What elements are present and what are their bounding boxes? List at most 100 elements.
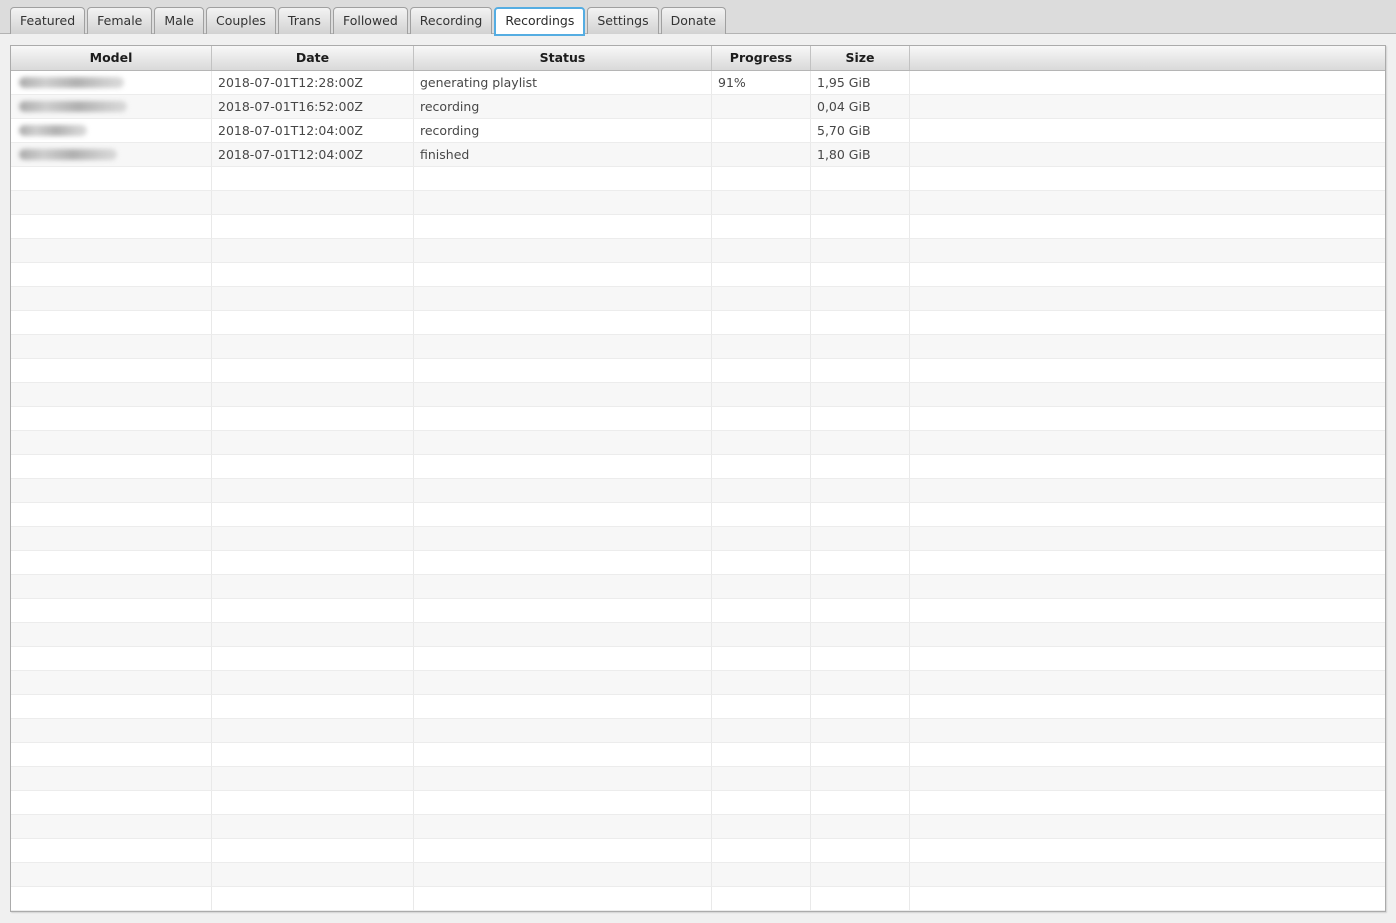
cell-date xyxy=(212,407,414,431)
column-header-filler xyxy=(910,46,1385,70)
tab-couples[interactable]: Couples xyxy=(206,7,276,34)
empty-table-row[interactable] xyxy=(11,671,1385,695)
cell-progress xyxy=(712,863,811,887)
tab-recordings[interactable]: Recordings xyxy=(494,7,585,36)
cell-size xyxy=(811,815,910,839)
cell-date xyxy=(212,335,414,359)
cell-filler xyxy=(910,95,1385,119)
empty-table-row[interactable] xyxy=(11,263,1385,287)
tab-trans[interactable]: Trans xyxy=(278,7,331,34)
cell-size xyxy=(811,479,910,503)
cell-model xyxy=(11,479,212,503)
empty-table-row[interactable] xyxy=(11,431,1385,455)
cell-date: 2018-07-01T12:04:00Z xyxy=(212,119,414,143)
cell-model xyxy=(11,239,212,263)
empty-table-row[interactable] xyxy=(11,407,1385,431)
cell-model xyxy=(11,743,212,767)
empty-table-row[interactable] xyxy=(11,479,1385,503)
empty-table-row[interactable] xyxy=(11,311,1385,335)
cell-date xyxy=(212,863,414,887)
cell-status: recording xyxy=(414,95,712,119)
cell-date xyxy=(212,551,414,575)
empty-table-row[interactable] xyxy=(11,215,1385,239)
tab-followed[interactable]: Followed xyxy=(333,7,408,34)
empty-table-row[interactable] xyxy=(11,695,1385,719)
empty-table-row[interactable] xyxy=(11,743,1385,767)
cell-size xyxy=(811,503,910,527)
cell-filler xyxy=(910,311,1385,335)
cell-progress xyxy=(712,95,811,119)
cell-model xyxy=(11,263,212,287)
tab-featured[interactable]: Featured xyxy=(10,7,85,34)
cell-filler xyxy=(910,623,1385,647)
empty-table-row[interactable] xyxy=(11,359,1385,383)
cell-model xyxy=(11,407,212,431)
tab-donate[interactable]: Donate xyxy=(661,7,726,34)
empty-table-row[interactable] xyxy=(11,575,1385,599)
empty-table-row[interactable] xyxy=(11,599,1385,623)
cell-progress xyxy=(712,383,811,407)
cell-status xyxy=(414,215,712,239)
cell-filler xyxy=(910,359,1385,383)
empty-table-row[interactable] xyxy=(11,167,1385,191)
cell-size xyxy=(811,623,910,647)
empty-table-row[interactable] xyxy=(11,335,1385,359)
table-row[interactable]: 2018-07-01T12:28:00Zgenerating playlist9… xyxy=(11,71,1385,95)
cell-filler xyxy=(910,743,1385,767)
cell-status xyxy=(414,815,712,839)
column-header-model[interactable]: Model xyxy=(11,46,212,70)
recordings-table: ModelDateStatusProgressSize 2018-07-01T1… xyxy=(10,45,1386,912)
empty-table-row[interactable] xyxy=(11,767,1385,791)
cell-date xyxy=(212,767,414,791)
cell-size xyxy=(811,887,910,911)
table-row[interactable]: 2018-07-01T12:04:00Zrecording5,70 GiB xyxy=(11,119,1385,143)
cell-filler xyxy=(910,431,1385,455)
empty-table-row[interactable] xyxy=(11,863,1385,887)
empty-table-row[interactable] xyxy=(11,287,1385,311)
cell-date xyxy=(212,167,414,191)
empty-table-row[interactable] xyxy=(11,839,1385,863)
column-header-status[interactable]: Status xyxy=(414,46,712,70)
empty-table-row[interactable] xyxy=(11,503,1385,527)
empty-table-row[interactable] xyxy=(11,455,1385,479)
tab-settings[interactable]: Settings xyxy=(587,7,658,34)
empty-table-row[interactable] xyxy=(11,191,1385,215)
cell-date xyxy=(212,263,414,287)
cell-progress xyxy=(712,431,811,455)
empty-table-row[interactable] xyxy=(11,791,1385,815)
empty-table-row[interactable] xyxy=(11,383,1385,407)
empty-table-row[interactable] xyxy=(11,527,1385,551)
empty-table-row[interactable] xyxy=(11,239,1385,263)
cell-size xyxy=(811,551,910,575)
empty-table-row[interactable] xyxy=(11,647,1385,671)
cell-model xyxy=(11,503,212,527)
tab-bar: FeaturedFemaleMaleCouplesTransFollowedRe… xyxy=(10,7,726,34)
empty-table-row[interactable] xyxy=(11,719,1385,743)
cell-status xyxy=(414,167,712,191)
column-header-date[interactable]: Date xyxy=(212,46,414,70)
tab-male[interactable]: Male xyxy=(154,7,204,34)
cell-status xyxy=(414,335,712,359)
cell-progress xyxy=(712,119,811,143)
cell-status xyxy=(414,527,712,551)
empty-table-row[interactable] xyxy=(11,623,1385,647)
cell-filler xyxy=(910,119,1385,143)
cell-date xyxy=(212,311,414,335)
cell-progress xyxy=(712,887,811,911)
table-row[interactable]: 2018-07-01T12:04:00Zfinished1,80 GiB xyxy=(11,143,1385,167)
cell-size xyxy=(811,311,910,335)
tab-recording[interactable]: Recording xyxy=(410,7,493,34)
cell-model xyxy=(11,431,212,455)
cell-date xyxy=(212,647,414,671)
empty-table-row[interactable] xyxy=(11,551,1385,575)
cell-progress xyxy=(712,719,811,743)
tab-female[interactable]: Female xyxy=(87,7,152,34)
empty-table-row[interactable] xyxy=(11,815,1385,839)
cell-model xyxy=(11,863,212,887)
cell-date xyxy=(212,431,414,455)
table-row[interactable]: 2018-07-01T16:52:00Zrecording0,04 GiB xyxy=(11,95,1385,119)
empty-table-row[interactable] xyxy=(11,887,1385,911)
cell-date xyxy=(212,383,414,407)
column-header-size[interactable]: Size xyxy=(811,46,910,70)
column-header-progress[interactable]: Progress xyxy=(712,46,811,70)
